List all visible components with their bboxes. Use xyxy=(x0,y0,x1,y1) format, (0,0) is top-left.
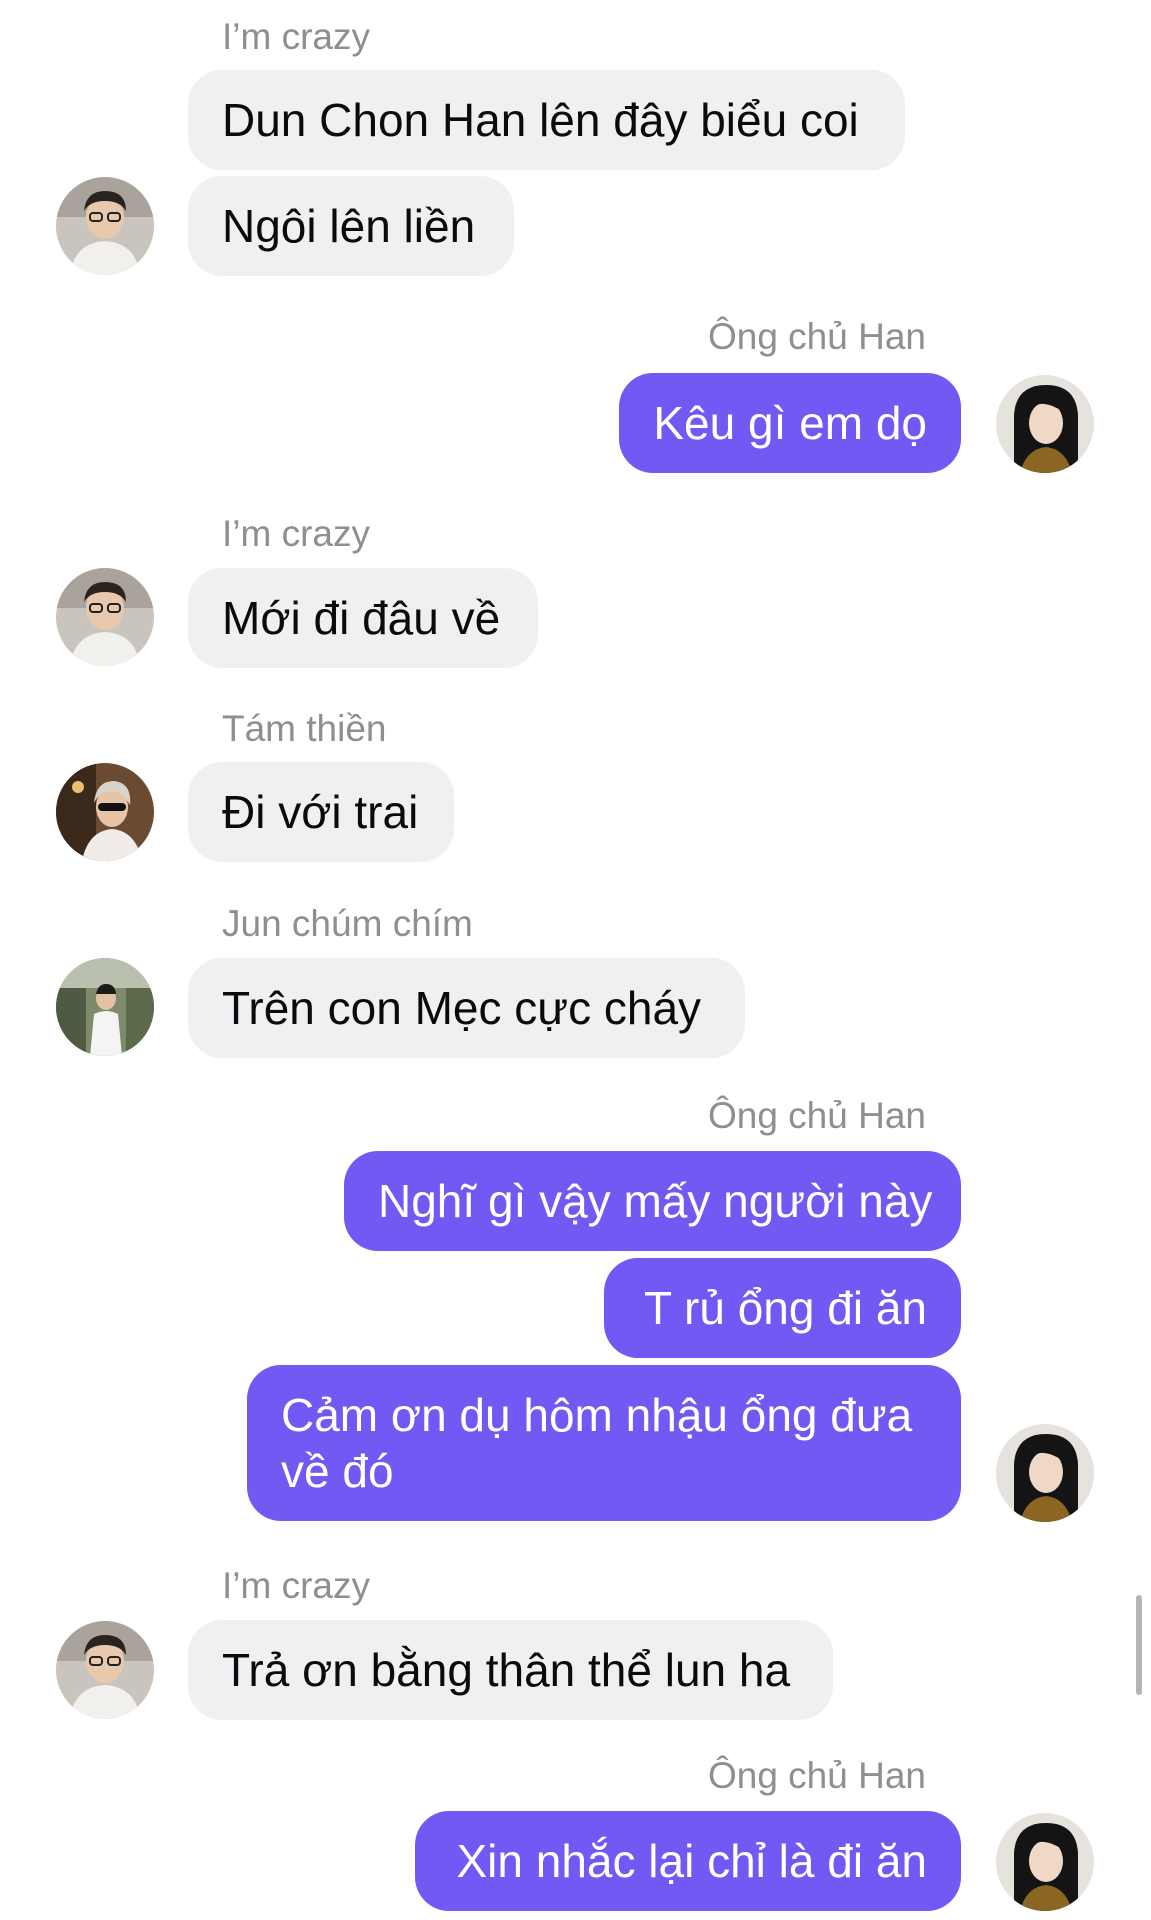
sender-name: Ông chủ Han xyxy=(707,316,926,357)
sender-name: I’m crazy xyxy=(222,16,370,57)
message-bubble-incoming[interactable]: Trên con Mẹc cực cháy xyxy=(188,958,745,1058)
sender-name: I’m crazy xyxy=(222,1565,370,1606)
message-bubble-outgoing[interactable]: T rủ ổng đi ăn xyxy=(604,1258,961,1358)
avatar-han-icon[interactable] xyxy=(996,375,1094,473)
sender-name: Tám thiền xyxy=(222,708,387,749)
avatar-jun-icon[interactable] xyxy=(56,958,154,1056)
message-bubble-outgoing[interactable]: Kêu gì em dọ xyxy=(619,373,961,473)
message-bubble-incoming[interactable]: Trả ơn bằng thân thể lun ha xyxy=(188,1620,833,1720)
message-bubble-outgoing[interactable]: Cảm ơn dụ hôm nhậu ổng đưa về đó xyxy=(247,1365,961,1521)
sender-name: Jun chúm chím xyxy=(222,903,473,944)
message-bubble-outgoing[interactable]: Nghĩ gì vậy mấy người này xyxy=(344,1151,961,1251)
avatar-crazy-icon[interactable] xyxy=(56,177,154,275)
message-bubble-incoming[interactable]: Dun Chon Han lên đây biểu coi xyxy=(188,70,905,170)
avatar-han-icon[interactable] xyxy=(996,1424,1094,1522)
avatar-crazy-icon[interactable] xyxy=(56,1621,154,1719)
sender-name: I’m crazy xyxy=(222,513,370,554)
scrollbar-thumb[interactable] xyxy=(1136,1595,1142,1695)
message-bubble-incoming[interactable]: Mới đi đâu về xyxy=(188,568,538,668)
avatar-han-icon[interactable] xyxy=(996,1813,1094,1911)
message-bubble-incoming[interactable]: Ngôi lên liền xyxy=(188,176,514,276)
avatar-tam-icon[interactable] xyxy=(56,763,154,861)
avatar-crazy-icon[interactable] xyxy=(56,568,154,666)
message-bubble-incoming[interactable]: Đi với trai xyxy=(188,762,454,862)
sender-name: Ông chủ Han xyxy=(707,1095,926,1136)
sender-name: Ông chủ Han xyxy=(707,1755,926,1796)
message-bubble-outgoing[interactable]: Xin nhắc lại chỉ là đi ăn xyxy=(415,1811,961,1911)
